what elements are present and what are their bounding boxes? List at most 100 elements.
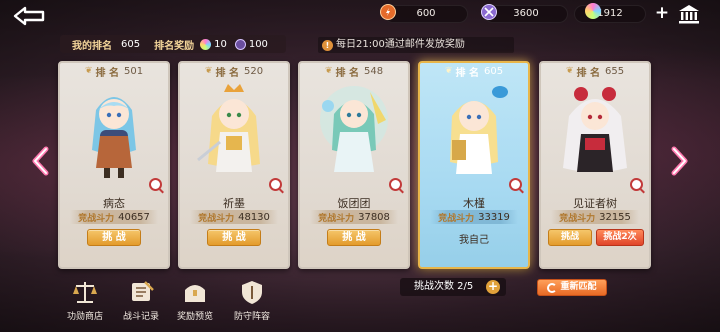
rematch-label: 重新匹配 bbox=[560, 282, 597, 292]
player-name: 饭团团 bbox=[337, 197, 371, 210]
next-page-button[interactable] bbox=[668, 146, 690, 176]
reward-notice-text: 每日21:00通过邮件发放奖励 bbox=[336, 39, 465, 50]
resource-stamina-value: 600 bbox=[416, 8, 436, 19]
laurel-icon: ❦ bbox=[324, 66, 333, 76]
magnifier-icon[interactable] bbox=[630, 178, 643, 191]
resource-gem-value: 1912 bbox=[597, 8, 623, 19]
hall-button[interactable] bbox=[677, 3, 701, 25]
reward-pvp-value: 100 bbox=[248, 38, 268, 50]
rank-label: 排 名 bbox=[576, 67, 600, 79]
reward-gem-value: 10 bbox=[214, 38, 227, 50]
magnifier-icon[interactable] bbox=[149, 178, 162, 191]
rank-value: 655 bbox=[604, 65, 625, 77]
prev-page-button[interactable] bbox=[30, 146, 52, 176]
rank-value: 605 bbox=[483, 65, 504, 77]
power-row: 竞战斗力 40657 bbox=[70, 210, 158, 224]
chevron-left-icon bbox=[32, 146, 49, 176]
rank-reward-label: 排名奖励 bbox=[154, 40, 195, 52]
add-challenge-button[interactable]: + bbox=[486, 280, 500, 294]
player-name: 木槿 bbox=[463, 197, 485, 210]
museum-icon bbox=[679, 5, 699, 24]
rank-label: 排 名 bbox=[215, 67, 239, 79]
magnifier-icon[interactable] bbox=[509, 178, 522, 191]
crossed-swords-icon bbox=[481, 4, 497, 20]
power-label: 竞战斗力 bbox=[318, 213, 355, 224]
opponent-card[interactable]: ❦ 排 名 655 见证者树 竞战斗力 32155 挑战 挑战2次 bbox=[539, 61, 651, 269]
challenge-twice-button[interactable]: 挑战2次 bbox=[596, 229, 644, 246]
power-row: 竞战斗力 32155 bbox=[551, 210, 639, 224]
player-name: 祈墨 bbox=[223, 197, 245, 210]
power-label: 竞战斗力 bbox=[559, 213, 596, 224]
challenge-button[interactable]: 挑战 bbox=[548, 229, 592, 246]
magnifier-icon[interactable] bbox=[269, 178, 282, 191]
defense-lineup-button[interactable]: 防守阵容 bbox=[227, 277, 277, 331]
rank-label: 排 名 bbox=[455, 67, 479, 79]
rank-label: 排 名 bbox=[95, 67, 119, 79]
self-card: ❦ 排 名 605 木槿 竞战斗力 33319 我自己 bbox=[418, 61, 530, 269]
power-label: 竞战斗力 bbox=[78, 213, 115, 224]
rank-badge: ❦ 排 名 520 bbox=[196, 64, 272, 79]
stamina-icon bbox=[380, 4, 396, 20]
power-label: 竞战斗力 bbox=[198, 213, 235, 224]
rank-value: 548 bbox=[363, 65, 384, 77]
power-value: 32155 bbox=[599, 211, 631, 223]
opponent-card[interactable]: ❦ 排 名 520 祈墨 竞战斗力 48130 挑 战 bbox=[178, 61, 290, 269]
opponent-card[interactable]: ❦ 排 名 548 饭团团 竞战斗力 37808 挑 战 bbox=[298, 61, 410, 269]
power-value: 40657 bbox=[118, 211, 150, 223]
rematch-button[interactable]: 重新匹配 bbox=[537, 279, 607, 296]
rank-badge: ❦ 排 名 605 bbox=[436, 64, 512, 79]
character-portrait bbox=[197, 84, 260, 172]
my-rank-label: 我的排名 bbox=[72, 40, 112, 52]
character-portrait bbox=[92, 97, 136, 178]
character-portrait bbox=[320, 86, 388, 172]
laurel-icon: ❦ bbox=[444, 66, 453, 76]
character-portrait bbox=[450, 86, 508, 174]
chevron-right-icon bbox=[671, 146, 688, 176]
laurel-icon: ❦ bbox=[84, 66, 93, 76]
scroll-sword-icon bbox=[126, 277, 156, 307]
rank-info-strip: 我的排名 605 排名奖励 10 100 bbox=[60, 35, 286, 53]
magnifier-icon[interactable] bbox=[389, 178, 402, 191]
challenge-button[interactable]: 挑 战 bbox=[87, 229, 141, 246]
laurel-icon: ❦ bbox=[204, 66, 213, 76]
opponent-card[interactable]: ❦ 排 名 501 病态 竞战斗力 40657 挑 战 bbox=[58, 61, 170, 269]
player-name: 病态 bbox=[103, 197, 125, 210]
shield-icon bbox=[237, 277, 267, 307]
laurel-icon: ❦ bbox=[565, 66, 574, 76]
resource-stamina[interactable]: 600 bbox=[384, 5, 468, 23]
power-row: 竞战斗力 33319 bbox=[430, 210, 518, 224]
add-gem-button[interactable]: + bbox=[654, 4, 670, 22]
rank-badge: ❦ 排 名 548 bbox=[316, 64, 392, 79]
power-value: 37808 bbox=[358, 211, 390, 223]
rank-value: 520 bbox=[243, 65, 264, 77]
battle-record-button[interactable]: 战斗记录 bbox=[116, 277, 166, 331]
rank-value: 501 bbox=[123, 65, 144, 77]
rank-badge: ❦ 排 名 501 bbox=[76, 64, 152, 79]
challenge-button[interactable]: 挑 战 bbox=[327, 229, 381, 246]
reward-preview-button[interactable]: 奖励预览 bbox=[170, 277, 220, 331]
power-row: 竞战斗力 48130 bbox=[190, 210, 278, 224]
chest-icon bbox=[180, 277, 210, 307]
battle-record-label: 战斗记录 bbox=[122, 312, 159, 322]
merit-shop-label: 功勋商店 bbox=[66, 312, 103, 322]
back-arrow-icon bbox=[13, 6, 45, 26]
my-rank-value: 605 bbox=[121, 38, 141, 50]
power-label: 竞战斗力 bbox=[438, 213, 475, 224]
rank-badge: ❦ 排 名 655 bbox=[557, 64, 633, 79]
power-row: 竞战斗力 37808 bbox=[310, 210, 398, 224]
back-button[interactable] bbox=[8, 4, 52, 28]
reward-preview-label: 奖励预览 bbox=[176, 312, 213, 322]
resource-pvp-token-value: 3600 bbox=[513, 8, 539, 19]
character-portrait bbox=[563, 87, 627, 172]
scales-icon bbox=[70, 277, 100, 307]
rainbow-gem-icon bbox=[585, 3, 601, 19]
rank-label: 排 名 bbox=[335, 67, 359, 79]
exclamation-icon: ! bbox=[322, 39, 333, 51]
power-value: 48130 bbox=[238, 211, 270, 223]
rainbow-gem-icon bbox=[200, 38, 212, 50]
merit-shop-button[interactable]: 功勋商店 bbox=[60, 277, 110, 331]
power-value: 33319 bbox=[478, 211, 510, 223]
reward-notice: ! 每日21:00通过邮件发放奖励 bbox=[318, 37, 514, 53]
challenge-button[interactable]: 挑 战 bbox=[207, 229, 261, 246]
self-label: 我自己 bbox=[459, 235, 489, 246]
